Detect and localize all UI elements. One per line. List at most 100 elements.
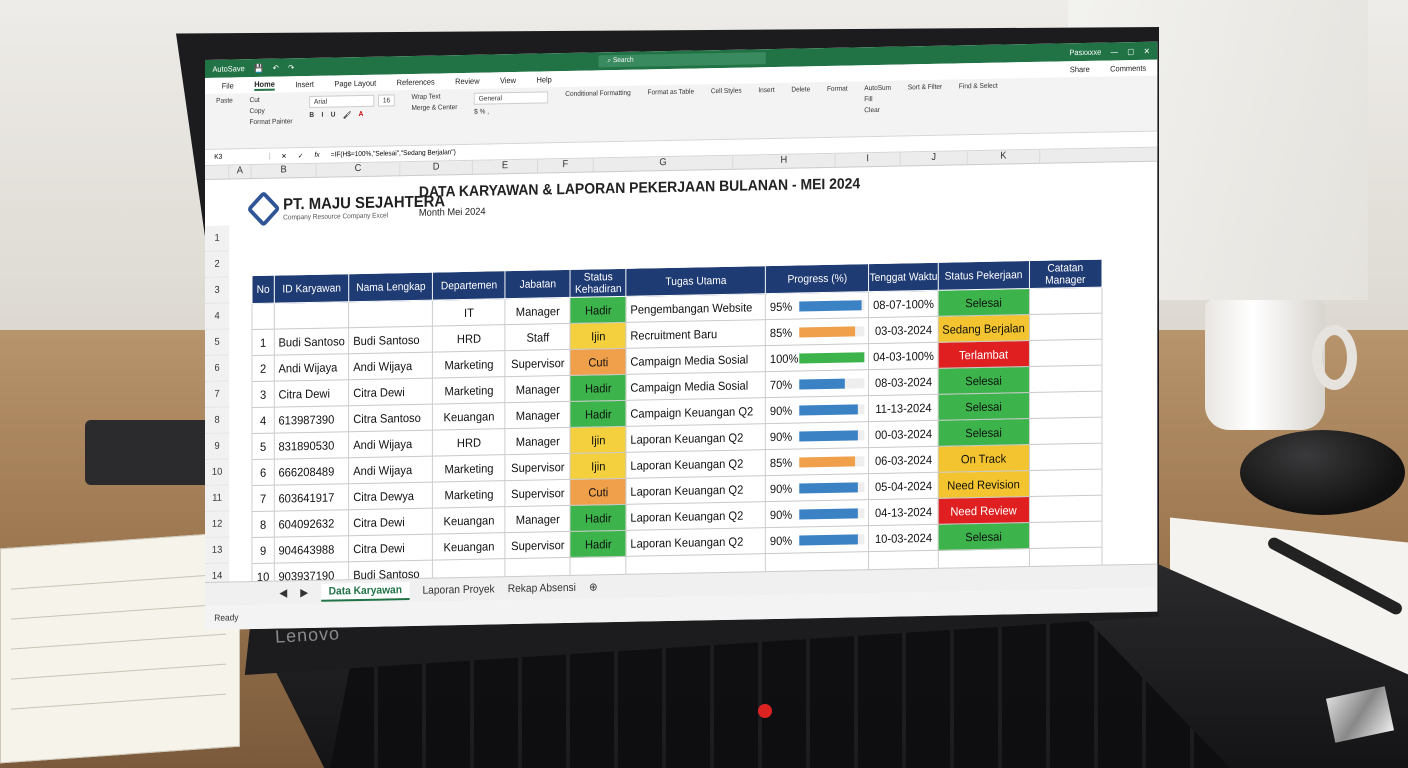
column-header[interactable]: E [472,159,538,174]
cell-role[interactable]: Supervisor [505,531,571,559]
cell-no[interactable] [251,303,275,330]
cell-note[interactable] [1028,443,1102,471]
cell-status[interactable]: Selesai [938,366,1029,395]
row-header[interactable]: 12 [205,511,230,538]
cell-task[interactable]: Pengembangan Website [626,293,766,323]
cell-role[interactable]: Supervisor [505,453,571,481]
cell-att[interactable]: Cuti [570,478,627,506]
search-box[interactable]: ⌕ Search [598,52,766,68]
cell-due[interactable]: 08-03-2024 [868,368,939,396]
cell-prog[interactable]: 70% [765,369,869,398]
cancel-icon[interactable]: ✕ [281,152,286,160]
cell-status[interactable]: Need Review [938,496,1029,525]
name-box[interactable]: K3 [214,152,271,161]
autosave-toggle[interactable]: AutoSave [212,64,244,74]
row-header[interactable]: 9 [205,433,230,460]
cell-task[interactable]: Campaign Media Sosial [626,345,766,375]
underline-button[interactable]: U [331,111,336,119]
cell-status[interactable]: On Track [938,444,1029,473]
row-header[interactable]: 8 [205,407,230,434]
cell-id[interactable]: Andi Wijaya [274,353,350,382]
cell-att[interactable]: Hadir [570,530,627,558]
format-cells-button[interactable]: Format [827,86,848,93]
cell-due[interactable]: 08-07-100% [868,290,939,318]
cell-id[interactable]: 904643988 [274,535,350,564]
cell-due[interactable]: 06-03-2024 [868,446,939,474]
cell-att[interactable]: Hadir [570,400,627,428]
cell-role[interactable]: Manager [505,375,571,403]
cell-dept[interactable]: Keuangan [432,402,506,431]
cell-prog[interactable]: 90% [765,499,869,528]
cell-name[interactable]: Citra Dewi [349,508,433,536]
delete-cells-button[interactable]: Delete [791,86,810,93]
percent-icon[interactable]: $ % , [474,107,548,116]
format-painter-button[interactable]: Format Painter [250,118,293,126]
cell-note[interactable] [1028,391,1102,419]
cell-status[interactable]: Selesai [938,418,1029,447]
cell-note[interactable] [1028,521,1102,549]
cell-id[interactable]: 604092632 [274,509,350,538]
cell-task[interactable]: Laporan Keuangan Q2 [626,527,766,557]
cell-att[interactable]: Ijin [570,322,627,350]
menu-references[interactable]: References [397,77,435,87]
cell-att[interactable]: Hadir [570,504,627,532]
column-header[interactable]: J [900,151,968,166]
cell-dept[interactable]: Keuangan [432,532,506,561]
clear-button[interactable]: Clear [864,107,891,114]
menu-page-layout[interactable]: Page Layout [334,78,376,88]
cell-dept[interactable]: Marketing [432,454,506,483]
number-format-select[interactable]: General [474,91,549,105]
cell-note[interactable] [1028,365,1102,393]
cell-due[interactable]: 04-13-2024 [868,498,939,526]
column-header[interactable]: F [537,158,594,173]
column-header[interactable]: D [400,160,473,176]
cell-no[interactable]: 8 [251,511,275,538]
cell-dept[interactable]: Marketing [432,376,506,405]
cell-role[interactable]: Manager [505,401,571,429]
row-header[interactable]: 1 [205,225,230,252]
column-header[interactable]: H [733,153,836,169]
menu-insert[interactable]: Insert [295,79,314,88]
row-header[interactable]: 4 [205,303,230,330]
conditional-formatting-button[interactable]: Conditional Formatting [565,90,631,98]
column-header[interactable]: I [835,152,901,167]
cell-id[interactable]: Citra Dewi [274,379,350,408]
format-as-table-button[interactable]: Format as Table [648,89,695,97]
fill-button[interactable]: Fill [864,96,891,103]
comments-button[interactable]: Comments [1110,63,1146,73]
cell-dept[interactable]: HRD [432,324,506,353]
cell-prog[interactable]: 90% [765,525,869,554]
bold-button[interactable]: B [309,112,314,120]
insert-cells-button[interactable]: Insert [758,87,774,94]
row-header[interactable]: 11 [205,485,230,512]
minimize-icon[interactable]: — [1111,47,1118,56]
tab-rekap-absensi[interactable]: Rekap Absensi [508,581,576,594]
cell-status[interactable]: Need Revision [938,470,1029,499]
cell-name[interactable]: Budi Santoso [349,326,433,354]
cell-prog[interactable]: 90% [765,473,869,502]
cell-id[interactable]: 603641917 [274,483,350,512]
cell-no[interactable]: 9 [251,537,275,564]
cell-status[interactable]: Selesai [938,392,1029,421]
cell-note[interactable] [1028,469,1102,497]
cell-status[interactable]: Sedang Berjalan [938,314,1029,343]
cell-due[interactable]: 11-13-2024 [868,394,939,422]
cell-att[interactable]: Hadir [570,374,627,402]
maximize-icon[interactable]: ▢ [1127,47,1134,56]
tab-data-karyawan[interactable]: Data Karyawan [321,581,410,602]
cell-due[interactable]: 10-03-2024 [868,524,939,552]
menu-help[interactable]: Help [536,75,551,84]
cell-name[interactable]: Citra Dewya [349,482,433,510]
cell-id[interactable]: Budi Santoso [274,327,350,356]
cell-dept[interactable]: Keuangan [432,506,506,535]
cell-no[interactable]: 6 [251,459,275,486]
cell-task[interactable]: Laporan Keuangan Q2 [626,501,766,531]
cell-due[interactable]: 04-03-100% [868,342,939,370]
cell-id[interactable]: 831890530 [274,431,350,460]
cell-task[interactable]: Campaign Keuangan Q2 [626,397,766,427]
cell-dept[interactable]: Marketing [432,350,506,379]
cell-dept[interactable]: IT [432,298,506,327]
row-header[interactable]: 3 [205,277,230,304]
cell-due[interactable]: 03-03-2024 [868,316,939,344]
wrap-text-button[interactable]: Wrap Text [411,93,457,101]
